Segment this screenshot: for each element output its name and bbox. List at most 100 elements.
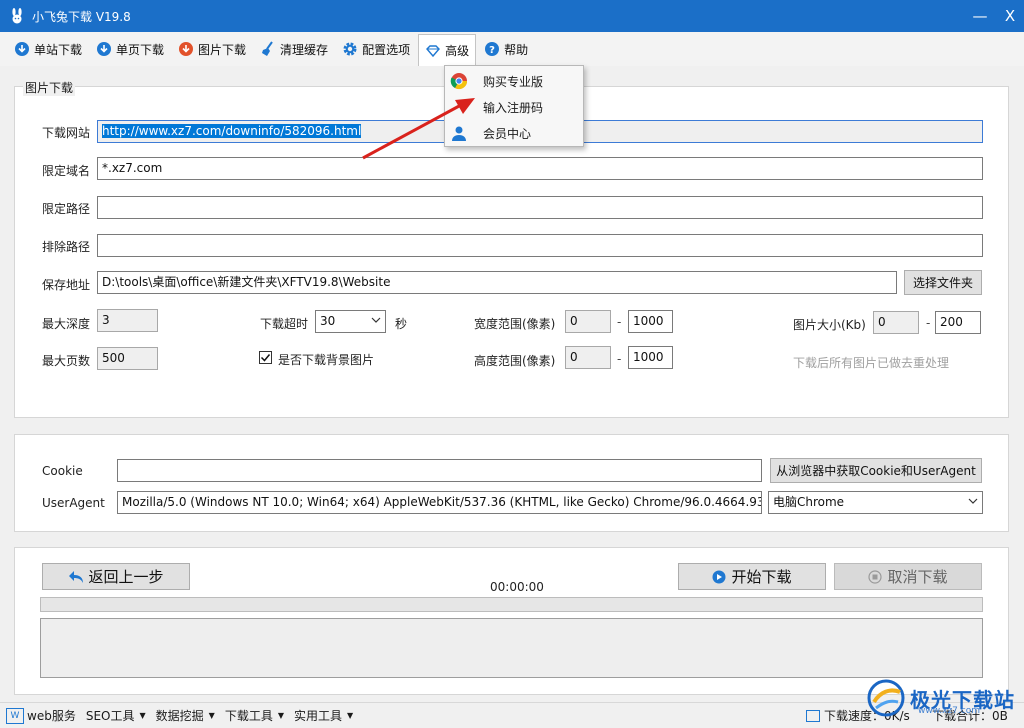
start-button-label: 开始下载	[731, 568, 792, 586]
toolbar-image-download[interactable]: 图片下载	[172, 34, 252, 64]
image-size-label: 图片大小(Kb)	[793, 318, 866, 332]
useragent-input[interactable]: Mozilla/5.0 (Windows NT 10.0; Win64; x64…	[117, 491, 762, 514]
window-title: 小飞兔下载 V19.8	[32, 9, 131, 24]
browser-group	[14, 434, 1009, 532]
cookie-label: Cookie	[42, 464, 83, 478]
width-max-input[interactable]: 1000	[628, 310, 673, 333]
group-title: 图片下载	[23, 79, 76, 96]
statusbar-download-tools[interactable]: 下载工具 ▼	[225, 707, 284, 724]
range-dash: -	[617, 315, 622, 329]
toolbar-label: 高级	[445, 44, 470, 58]
path-input[interactable]	[97, 196, 983, 219]
toolbar: 单站下载 单页下载 图片下载 清理缓存 配置选项 高级 ? 帮助	[0, 32, 1024, 66]
broom-icon	[260, 41, 276, 57]
max-depth-input[interactable]: 3	[97, 309, 158, 332]
progress-bar	[40, 597, 983, 612]
watermark-logo: 极光下载站 www.xz7.com	[866, 672, 1016, 724]
start-download-button[interactable]: 开始下载	[678, 563, 826, 590]
timeout-label: 下载超时	[260, 317, 309, 331]
range-dash: -	[926, 316, 931, 330]
chevron-down-icon	[371, 317, 381, 323]
toolbar-help[interactable]: ? 帮助	[478, 34, 534, 64]
timeout-unit: 秒	[395, 317, 408, 331]
diamond-icon	[425, 43, 441, 59]
height-min-input[interactable]: 0	[565, 346, 611, 369]
menu-item-label: 购买专业版	[483, 74, 544, 89]
height-max-input[interactable]: 1000	[628, 346, 673, 369]
timeout-value: 30	[320, 314, 336, 328]
caret-down-icon: ▼	[347, 711, 354, 720]
caret-down-icon: ▼	[139, 711, 146, 720]
toolbar-clear-cache[interactable]: 清理缓存	[254, 34, 334, 64]
svg-text:?: ?	[489, 45, 495, 56]
statusbar-data-mining[interactable]: 数据挖掘 ▼	[156, 707, 215, 724]
ua-preset-value: 电脑Chrome	[773, 495, 845, 509]
back-button-label: 返回上一步	[88, 568, 164, 586]
bg-image-label: 是否下载背景图片	[278, 353, 375, 367]
save-path-input[interactable]: D:\tools\桌面\office\新建文件夹\XFTV19.8\Websit…	[97, 271, 897, 294]
width-min-input[interactable]: 0	[565, 310, 611, 333]
toolbar-label: 单站下载	[34, 42, 83, 57]
size-max-input[interactable]: 200	[935, 311, 981, 334]
toolbar-site-download[interactable]: 单站下载	[8, 34, 88, 64]
statusbar-item-label: 数据挖掘	[155, 709, 204, 723]
toolbar-label: 单页下载	[116, 42, 165, 57]
rabbit-app-icon	[8, 7, 26, 25]
chrome-icon	[449, 71, 469, 91]
dedupe-hint: 下载后所有图片已做去重处理	[793, 356, 950, 370]
menu-buy-pro[interactable]: 购买专业版	[445, 68, 583, 94]
title-bar: 小飞兔下载 V19.8 — X	[0, 0, 1024, 32]
statusbar-seo-tools[interactable]: SEO工具 ▼	[86, 707, 146, 724]
domain-label: 限定域名	[42, 164, 91, 178]
max-pages-input[interactable]: 500	[97, 347, 158, 370]
elapsed-time: 00:00:00	[490, 580, 544, 594]
cancel-download-button[interactable]: 取消下载	[834, 563, 982, 590]
height-range-label: 高度范围(像素)	[474, 354, 556, 368]
cancel-button-label: 取消下载	[887, 568, 948, 586]
log-textarea[interactable]	[40, 618, 983, 678]
useragent-label: UserAgent	[42, 496, 105, 510]
back-arrow-icon	[69, 570, 84, 583]
back-button[interactable]: 返回上一步	[42, 563, 190, 590]
download-cloud-icon	[14, 41, 30, 57]
save-path-label: 保存地址	[42, 278, 91, 292]
stop-icon	[868, 569, 883, 584]
domain-input[interactable]: *.xz7.com	[97, 157, 983, 180]
aurora-logo-icon	[867, 679, 905, 717]
web-service-icon: W	[6, 707, 24, 724]
path-label: 限定路径	[42, 202, 91, 216]
statusbar-item-label: 下载工具	[224, 709, 273, 723]
toolbar-page-download[interactable]: 单页下载	[90, 34, 170, 64]
gear-icon	[342, 41, 358, 57]
size-min-input[interactable]: 0	[873, 311, 919, 334]
download-url-label: 下载网站	[42, 126, 91, 140]
annotation-arrow	[362, 98, 475, 160]
statusbar-item-label: 实用工具	[293, 709, 342, 723]
chevron-down-icon	[968, 498, 978, 504]
bg-image-checkbox[interactable]	[259, 351, 272, 364]
statusbar-web-service[interactable]: W web服务	[6, 707, 76, 724]
checkmark-icon	[260, 354, 271, 362]
exclude-path-label: 排除路径	[42, 240, 91, 254]
statusbar-utility-tools[interactable]: 实用工具 ▼	[294, 707, 353, 724]
toolbar-settings[interactable]: 配置选项	[336, 34, 416, 64]
cookie-input[interactable]	[117, 459, 762, 482]
max-depth-label: 最大深度	[42, 317, 91, 331]
ua-preset-select[interactable]: 电脑Chrome	[768, 491, 983, 514]
max-pages-label: 最大页数	[42, 354, 91, 368]
close-button[interactable]: X	[988, 0, 1024, 32]
statusbar-item-label: web服务	[27, 709, 76, 723]
download-url-value: http://www.xz7.com/downinfo/582096.html	[102, 124, 362, 138]
exclude-path-input[interactable]	[97, 234, 983, 257]
toolbar-advanced[interactable]: 高级	[418, 34, 477, 66]
toolbar-label: 帮助	[504, 42, 529, 57]
get-cookie-button[interactable]: 从浏览器中获取Cookie和UserAgent	[770, 458, 982, 483]
help-icon: ?	[484, 41, 500, 57]
timeout-select[interactable]: 30	[315, 310, 386, 333]
choose-folder-button[interactable]: 选择文件夹	[904, 270, 982, 295]
download-cloud-red-icon	[178, 41, 194, 57]
statusbar-item-label: SEO工具	[85, 709, 135, 723]
toolbar-label: 配置选项	[362, 42, 411, 57]
play-icon	[712, 570, 726, 583]
toolbar-label: 图片下载	[198, 42, 247, 57]
